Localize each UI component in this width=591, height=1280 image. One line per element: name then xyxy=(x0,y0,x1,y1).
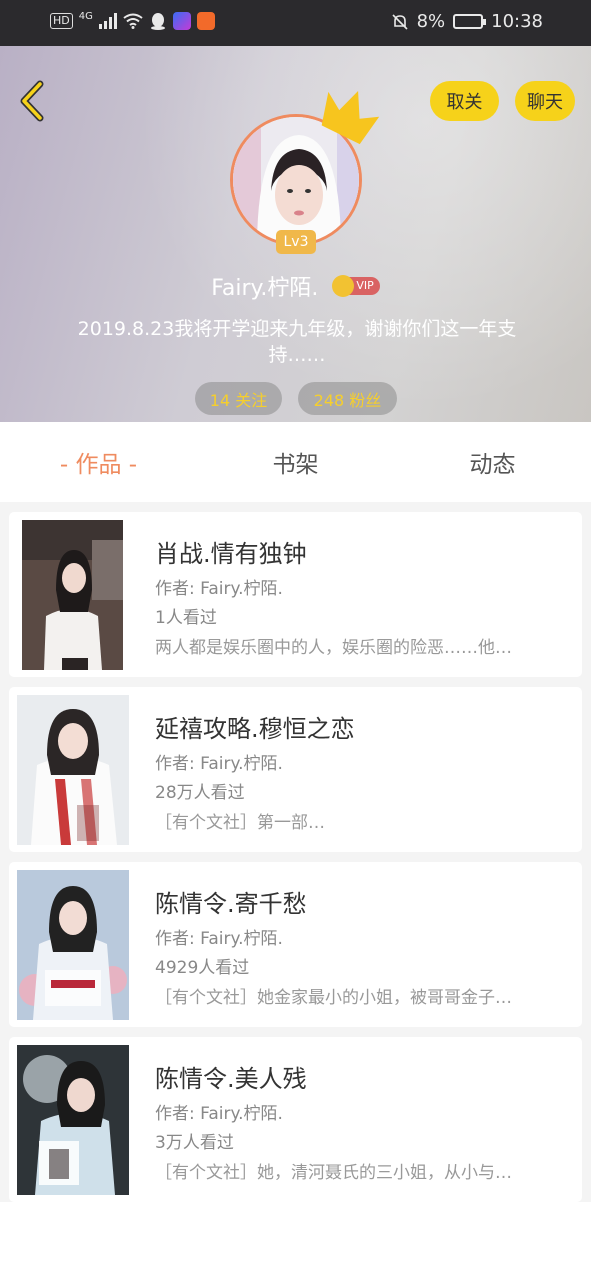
wifi-icon xyxy=(123,13,143,29)
hd-icon: HD xyxy=(50,13,73,29)
status-icons-right: 8% 10:38 xyxy=(391,11,543,32)
book-desc: ［有个文社］她金家最小的小姐，被哥哥金子… xyxy=(155,988,512,1008)
status-bar: HD 4G 8% 10:38 xyxy=(0,0,591,46)
list-item[interactable]: 延禧攻略.穆恒之恋 作者: Fairy.柠陌. 28万人看过 ［有个文社］第一部… xyxy=(9,687,582,852)
status-icons-left: HD 4G xyxy=(50,10,215,30)
book-desc: 两人都是娱乐圈中的人，娱乐圈的险恶……他… xyxy=(155,638,512,658)
book-views: 3万人看过 xyxy=(155,1133,234,1153)
fans-count[interactable]: 248 粉丝 xyxy=(298,382,397,415)
bio-text: 2019.8.23我将开学迎来九年级，谢谢你们这一年支持…… xyxy=(77,318,517,366)
book-views: 28万人看过 xyxy=(155,783,245,803)
list-item[interactable]: 陈情令.寄千愁 作者: Fairy.柠陌. 4929人看过 ［有个文社］她金家最… xyxy=(9,862,582,1027)
book-title: 陈情令.寄千愁 xyxy=(155,890,307,918)
clock: 10:38 xyxy=(491,11,543,32)
mute-bell-icon xyxy=(391,13,408,30)
crown-icon xyxy=(321,90,380,145)
app-m-icon xyxy=(172,12,191,30)
tab-bar: - 作品 - 书架 动态 xyxy=(0,422,591,502)
vip-badge: VIP xyxy=(332,275,380,297)
tab-bookshelf[interactable]: 书架 xyxy=(197,422,394,502)
book-title: 陈情令.美人残 xyxy=(155,1065,307,1093)
book-cover[interactable] xyxy=(22,520,123,670)
profile-header: 取关 聊天 Lv3 Fairy.柠陌. VIP 2019.8.23我将开学迎来九… xyxy=(0,46,591,422)
app-video-icon xyxy=(196,12,215,30)
book-views: 4929人看过 xyxy=(155,958,250,978)
book-title: 延禧攻略.穆恒之恋 xyxy=(155,715,355,743)
book-cover[interactable] xyxy=(17,1045,129,1195)
list-item[interactable]: 肖战.情有独钟 作者: Fairy.柠陌. 1人看过 两人都是娱乐圈中的人，娱乐… xyxy=(9,512,582,677)
book-author: 作者: Fairy.柠陌. xyxy=(155,754,283,774)
book-author: 作者: Fairy.柠陌. xyxy=(155,1104,283,1124)
book-views: 1人看过 xyxy=(155,608,217,628)
network-type: 4G xyxy=(78,10,93,22)
book-title: 肖战.情有独钟 xyxy=(155,540,307,568)
tab-works[interactable]: - 作品 - xyxy=(0,422,197,502)
book-cover[interactable] xyxy=(17,695,129,845)
level-badge: Lv3 xyxy=(276,230,316,254)
book-desc: ［有个文社］第一部… xyxy=(155,813,325,833)
book-author: 作者: Fairy.柠陌. xyxy=(155,929,283,949)
chat-button[interactable]: 聊天 xyxy=(515,81,575,121)
qq-icon xyxy=(150,13,165,30)
following-count[interactable]: 14 关注 xyxy=(195,382,282,415)
works-list: 肖战.情有独钟 作者: Fairy.柠陌. 1人看过 两人都是娱乐圈中的人，娱乐… xyxy=(0,502,591,1202)
book-desc: ［有个文社］她，清河聂氏的三小姐，从小与… xyxy=(155,1163,512,1183)
battery-icon xyxy=(453,14,487,29)
name-row: Fairy.柠陌. VIP xyxy=(0,270,591,302)
nickname: Fairy.柠陌. xyxy=(211,276,319,301)
battery-percent: 8% xyxy=(416,11,446,32)
back-chevron-icon[interactable] xyxy=(12,78,52,124)
book-cover[interactable] xyxy=(17,870,129,1020)
book-author: 作者: Fairy.柠陌. xyxy=(155,579,283,599)
unfollow-button[interactable]: 取关 xyxy=(430,81,499,121)
tab-activity[interactable]: 动态 xyxy=(394,422,591,502)
list-item[interactable]: 陈情令.美人残 作者: Fairy.柠陌. 3万人看过 ［有个文社］她，清河聂氏… xyxy=(9,1037,582,1202)
signal-icon xyxy=(98,13,117,29)
